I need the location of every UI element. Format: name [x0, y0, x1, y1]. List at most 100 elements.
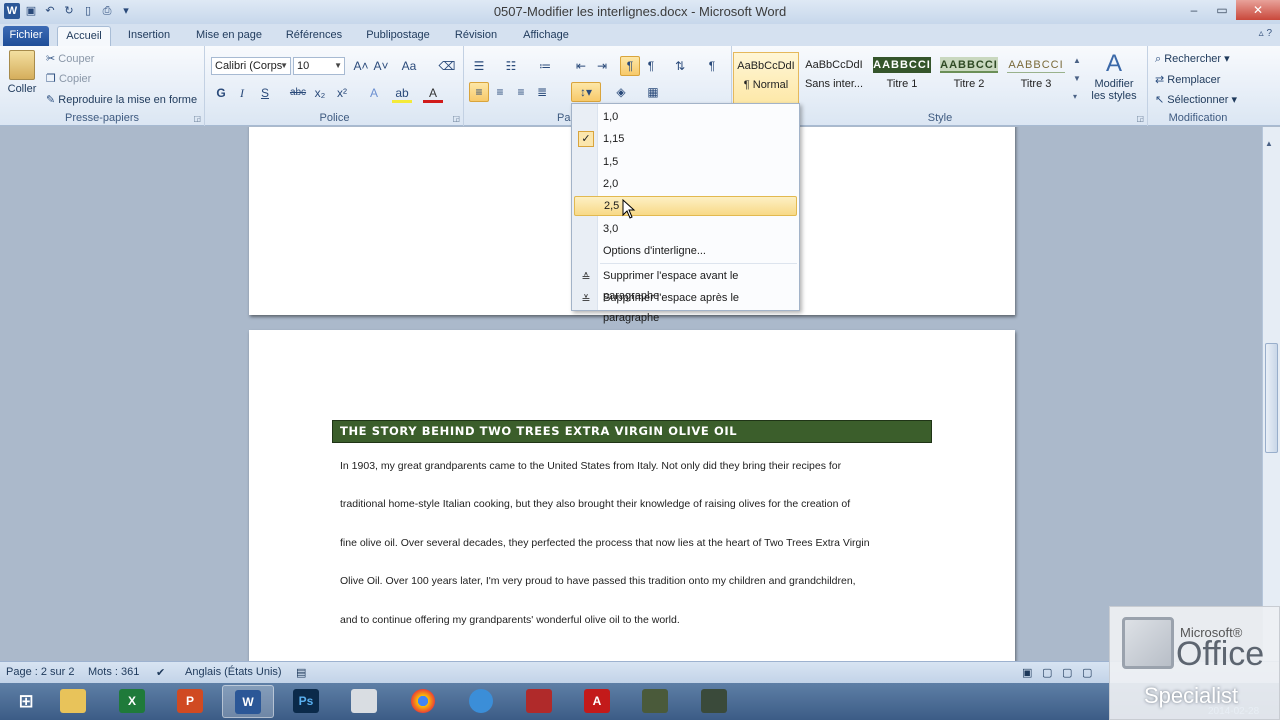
tab-mise-en-page[interactable]: Mise en page: [188, 26, 270, 46]
page-count[interactable]: Page : 2 sur 2: [6, 666, 75, 678]
menu-item-remove-space-before[interactable]: ≙ Supprimer l'espace avant le paragraphe: [574, 266, 797, 302]
menu-item-1-15[interactable]: ✓ 1,15: [574, 129, 797, 149]
format-painter-button[interactable]: ✎ Reproduire la mise en forme: [46, 93, 197, 106]
grow-font-icon[interactable]: A˄: [351, 56, 371, 76]
highlight-icon[interactable]: ab: [392, 83, 412, 103]
align-right-icon[interactable]: ≡: [511, 82, 531, 102]
ltr-icon[interactable]: ¶: [620, 56, 640, 76]
tab-publipostage[interactable]: Publipostage: [358, 26, 438, 46]
taskbar-photoshop[interactable]: Ps: [280, 685, 332, 718]
taskbar-excel[interactable]: X: [106, 685, 158, 718]
style-no-spacing[interactable]: AaBbCcDdI Sans inter...: [801, 52, 867, 104]
paste-button[interactable]: Coller: [6, 50, 38, 95]
taskbar-tool[interactable]: [629, 685, 681, 718]
vertical-scrollbar[interactable]: ▲: [1262, 127, 1280, 661]
style-normal[interactable]: AaBbCcDdI ¶ Normal: [733, 52, 799, 104]
borders-icon[interactable]: ▦: [643, 82, 663, 102]
italic-icon[interactable]: I: [232, 83, 252, 103]
cut-button[interactable]: ✂ Couper: [46, 52, 94, 65]
font-color-icon[interactable]: A: [423, 83, 443, 103]
tab-revision[interactable]: Révision: [446, 26, 506, 46]
font-name-combo[interactable]: Calibri (Corps ▼: [211, 57, 291, 75]
page-2[interactable]: THE STORY BEHIND TWO TREES EXTRA VIRGIN …: [249, 330, 1015, 661]
clear-format-icon[interactable]: ⌫: [437, 56, 457, 76]
taskbar-explorer[interactable]: [47, 685, 99, 718]
style-sample: AABBCCI: [940, 57, 998, 73]
style-titre-1[interactable]: AABBCCI Titre 1: [869, 52, 935, 104]
taskbar-powerpoint[interactable]: P: [164, 685, 216, 718]
taskbar-acrobat[interactable]: A: [571, 685, 623, 718]
replace-button[interactable]: ⇄ Remplacer: [1155, 73, 1220, 86]
window-icon: [351, 689, 377, 713]
menu-item-1-5[interactable]: 1,5: [574, 152, 797, 172]
justify-icon[interactable]: ≣: [532, 82, 552, 102]
bold-icon[interactable]: G: [211, 83, 231, 103]
select-button[interactable]: ↖ Sélectionner ▾: [1155, 93, 1237, 106]
start-button[interactable]: ⊞: [0, 685, 52, 718]
bullets-icon[interactable]: ☰: [469, 56, 489, 76]
tab-insertion[interactable]: Insertion: [118, 26, 180, 46]
close-button[interactable]: ✕: [1236, 0, 1280, 20]
style-titre-2[interactable]: AABBCCI Titre 2: [936, 52, 1002, 104]
align-center-icon[interactable]: ≡: [490, 82, 510, 102]
paste-label: Coller: [7, 83, 37, 95]
menu-item-line-spacing-options[interactable]: Options d'interligne...: [574, 241, 797, 261]
shrink-font-icon[interactable]: A˅: [371, 56, 391, 76]
superscript-icon[interactable]: x²: [332, 83, 352, 103]
view-print-layout-icon[interactable]: ▣: [1022, 666, 1032, 679]
word-count[interactable]: Mots : 361: [88, 666, 139, 678]
macro-icon[interactable]: ▤: [296, 666, 306, 679]
taskbar-app[interactable]: [455, 685, 507, 718]
view-web-icon[interactable]: ▢: [1062, 666, 1072, 679]
change-styles-button[interactable]: A Modifier les styles: [1088, 50, 1140, 102]
decrease-indent-icon[interactable]: ⇤: [571, 56, 591, 76]
taskbar-window[interactable]: [338, 685, 390, 718]
tab-affichage[interactable]: Affichage: [514, 26, 578, 46]
view-reading-icon[interactable]: ▢: [1042, 666, 1052, 679]
language-indicator[interactable]: Anglais (États Unis): [185, 666, 282, 678]
menu-item-3-0[interactable]: 3,0: [574, 219, 797, 239]
menu-item-2-5[interactable]: 2,5: [574, 196, 797, 216]
menu-item-2-0[interactable]: 2,0: [574, 174, 797, 194]
sort-icon[interactable]: ⇅: [670, 56, 690, 76]
dialog-launcher-icon[interactable]: ◲: [1136, 114, 1144, 123]
tab-references[interactable]: Références: [278, 26, 350, 46]
taskbar-word[interactable]: W: [222, 685, 274, 718]
underline-icon[interactable]: S: [255, 83, 275, 103]
taskbar-tool2[interactable]: [688, 685, 740, 718]
replace-label: Remplacer: [1167, 74, 1221, 86]
multilevel-list-icon[interactable]: ≔: [535, 56, 555, 76]
change-case-icon[interactable]: Aa: [399, 56, 419, 76]
show-marks-icon[interactable]: ¶: [702, 56, 722, 76]
rtl-icon[interactable]: ¶: [641, 56, 661, 76]
dialog-launcher-icon[interactable]: ◲: [452, 114, 460, 123]
gallery-scroll[interactable]: ▲ ▼ ▾: [1073, 52, 1083, 108]
strikethrough-icon[interactable]: abc: [288, 83, 308, 103]
restore-button[interactable]: ▭: [1208, 0, 1236, 20]
style-titre-3[interactable]: AABBCCI Titre 3: [1003, 52, 1069, 104]
tab-fichier[interactable]: Fichier: [3, 26, 49, 46]
line-spacing-button[interactable]: ↕▾: [571, 82, 601, 102]
align-left-icon[interactable]: ≡: [469, 82, 489, 102]
help-icon[interactable]: ▵ ?: [1259, 28, 1272, 39]
scroll-thumb[interactable]: [1265, 343, 1278, 453]
copy-button[interactable]: ❐ Copier: [46, 72, 91, 85]
minimize-button[interactable]: –: [1180, 0, 1208, 20]
tab-accueil[interactable]: Accueil: [57, 26, 111, 46]
view-outline-icon[interactable]: ▢: [1082, 666, 1092, 679]
dialog-launcher-icon[interactable]: ◲: [193, 114, 201, 123]
increase-indent-icon[interactable]: ⇥: [592, 56, 612, 76]
shading-icon[interactable]: ◈: [611, 82, 631, 102]
taskbar-app2[interactable]: [513, 685, 565, 718]
explorer-icon: [60, 689, 86, 713]
subscript-icon[interactable]: x₂: [310, 83, 330, 103]
proofing-icon[interactable]: ✔: [156, 666, 165, 679]
menu-item-remove-space-after[interactable]: ≚ Supprimer l'espace après le paragraphe: [574, 288, 797, 324]
text-effects-icon[interactable]: A: [364, 83, 384, 103]
find-button[interactable]: ⌕ Rechercher ▾: [1155, 52, 1230, 66]
numbering-icon[interactable]: ☷: [501, 56, 521, 76]
taskbar-chrome[interactable]: [397, 685, 449, 718]
menu-item-1-0[interactable]: 1,0: [574, 107, 797, 127]
scroll-up-icon[interactable]: ▲: [1265, 139, 1273, 148]
font-size-combo[interactable]: 10 ▼: [293, 57, 345, 75]
